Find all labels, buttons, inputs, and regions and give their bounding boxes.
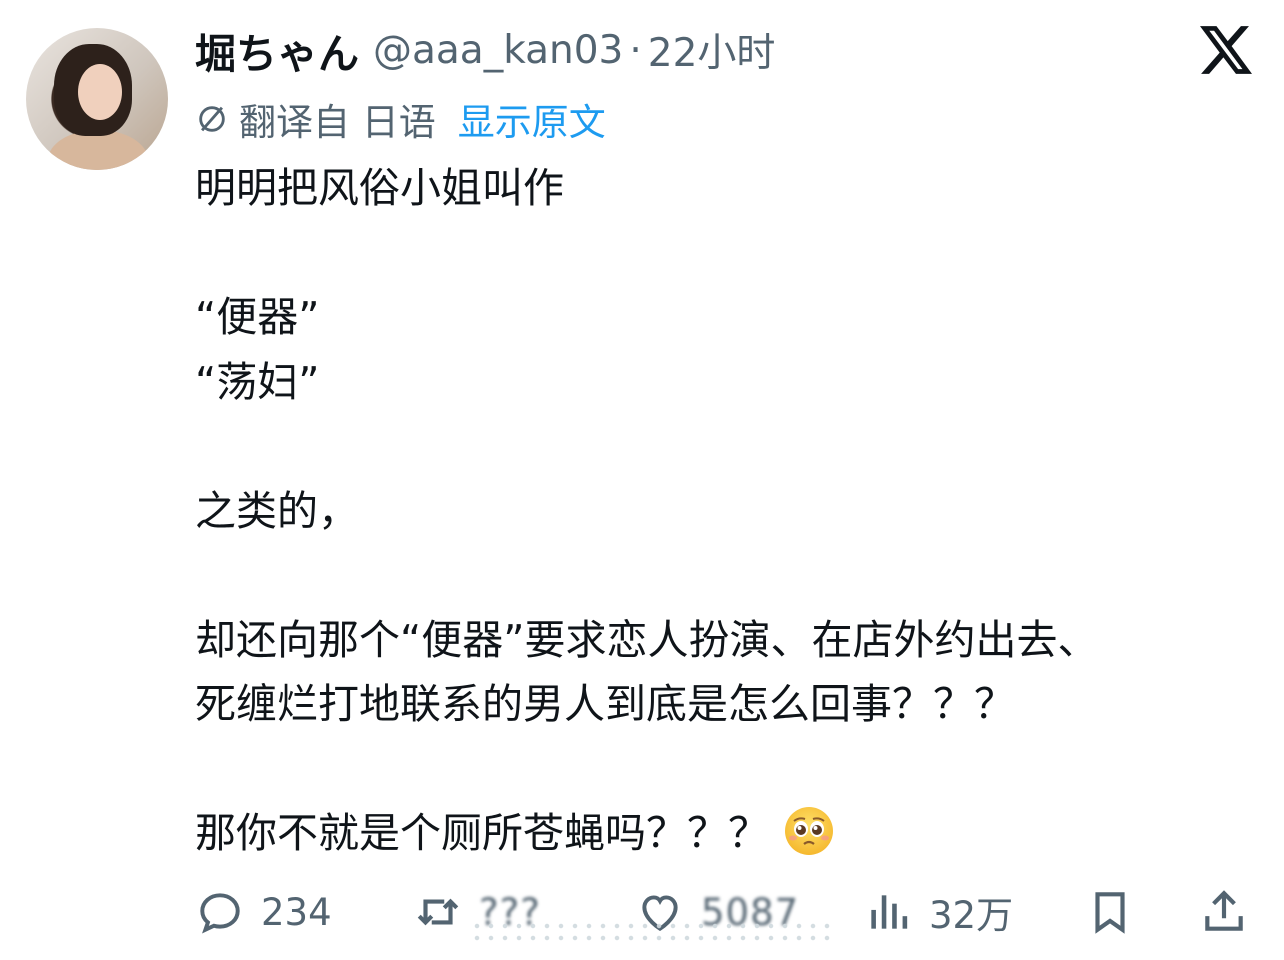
- reply-button[interactable]: 234: [195, 880, 332, 944]
- avatar-face: [78, 64, 122, 120]
- post-line: 那你不就是个厕所苍蝇吗？？？: [195, 809, 769, 857]
- avatar[interactable]: [26, 28, 168, 170]
- post-line: [195, 414, 1255, 479]
- bookmark-button[interactable]: [1085, 880, 1151, 944]
- post-header: 堀ちゃん @aaa_kan03 · 22小时: [195, 20, 776, 80]
- post-line: [195, 221, 1255, 286]
- reply-icon: [200, 893, 240, 934]
- views-button[interactable]: 32万: [863, 880, 1013, 944]
- author-display-name[interactable]: 堀ちゃん: [195, 20, 359, 80]
- translate-icon: [199, 106, 225, 132]
- watermark-dot-overlay: [470, 920, 830, 942]
- share-button[interactable]: [1199, 880, 1265, 944]
- avatar-shoulder: [48, 130, 148, 170]
- share-icon: [1205, 890, 1243, 931]
- post-line: [195, 543, 1255, 608]
- post-timestamp[interactable]: 22小时: [648, 22, 776, 78]
- post-body: 明明把风俗小姐叫作 “便器” “荡妇” 之类的， 却还向那个“便器”要求恋人扮演…: [195, 156, 1255, 866]
- x-logo-icon: [1200, 26, 1252, 74]
- post-line: 明明把风俗小姐叫作: [195, 164, 564, 212]
- views-chart-icon: [871, 895, 908, 929]
- bookmark-icon: [1095, 892, 1125, 934]
- post-line: 却还向那个“便器”要求恋人扮演、在店外约出去、: [195, 615, 1099, 664]
- view-count: 32万: [929, 894, 1014, 937]
- pleading-face-emoji-icon: [785, 807, 833, 855]
- post-line: “便器”: [195, 293, 320, 341]
- post-line: [195, 737, 1255, 802]
- post-line: 死缠烂打地联系的男人到底是怎么回事？？？: [195, 680, 1015, 728]
- reply-count: 234: [261, 890, 332, 934]
- translation-label: 翻译自 日语: [239, 101, 436, 144]
- translation-row: 翻译自 日语 显示原文: [195, 94, 606, 144]
- post-last-line: 那你不就是个厕所苍蝇吗？？？: [195, 801, 1255, 866]
- repost-icon: [417, 898, 459, 926]
- show-original-link[interactable]: 显示原文: [458, 92, 606, 146]
- post-line: “荡妇”: [195, 357, 320, 406]
- header-separator: ·: [629, 27, 642, 73]
- post-line: 之类的，: [195, 486, 359, 535]
- author-handle[interactable]: @aaa_kan03: [373, 28, 623, 73]
